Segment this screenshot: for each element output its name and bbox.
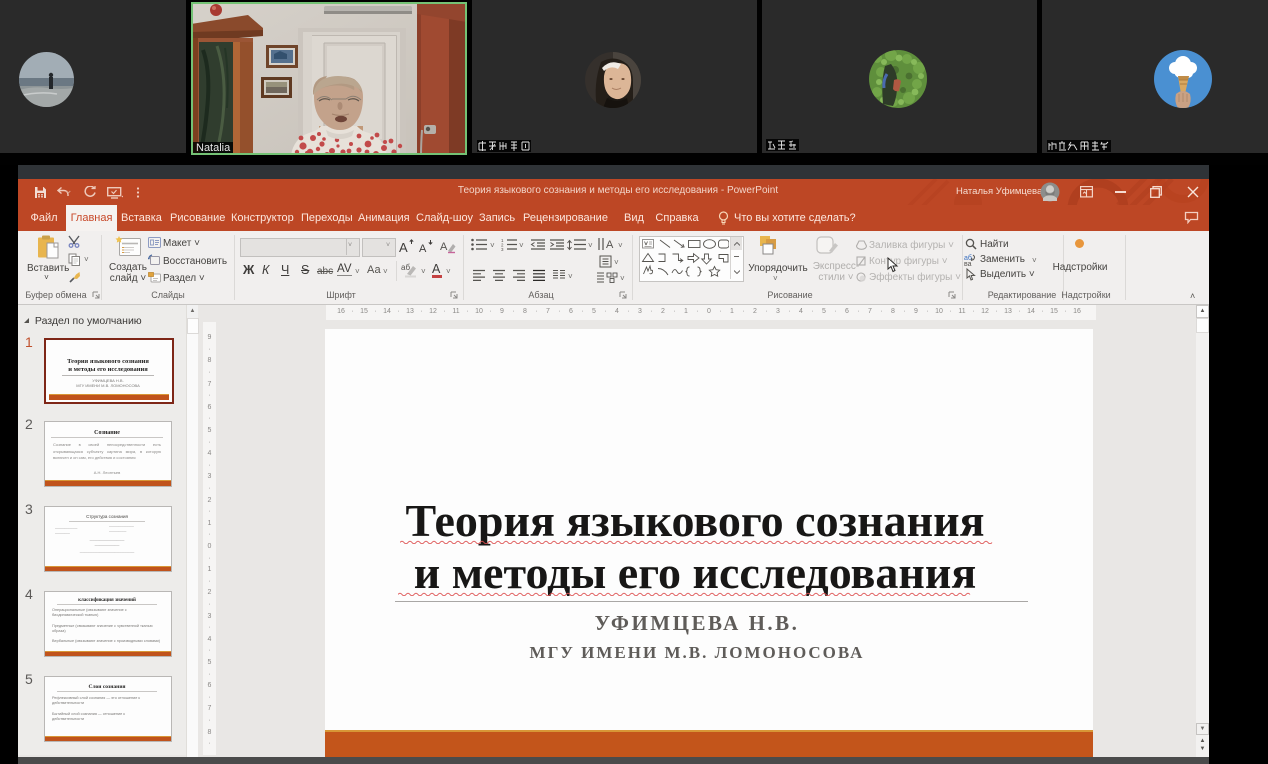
svg-text:А: А bbox=[440, 241, 448, 253]
svg-text:˅: ˅ bbox=[588, 241, 593, 250]
svg-text:3: 3 bbox=[501, 247, 504, 252]
svg-text:А: А bbox=[399, 240, 408, 254]
svg-text:˅: ˅ bbox=[568, 272, 573, 281]
svg-text:А: А bbox=[606, 239, 614, 251]
svg-text:А: А bbox=[419, 243, 427, 254]
svg-text:˅: ˅ bbox=[519, 241, 524, 250]
svg-text:˅: ˅ bbox=[614, 258, 619, 267]
svg-text:˅: ˅ bbox=[620, 274, 625, 283]
svg-text:ва: ва bbox=[964, 261, 972, 266]
svg-text:˅: ˅ bbox=[490, 241, 495, 250]
svg-text:˅: ˅ bbox=[618, 241, 623, 250]
svg-text:аб: аб bbox=[401, 263, 410, 272]
